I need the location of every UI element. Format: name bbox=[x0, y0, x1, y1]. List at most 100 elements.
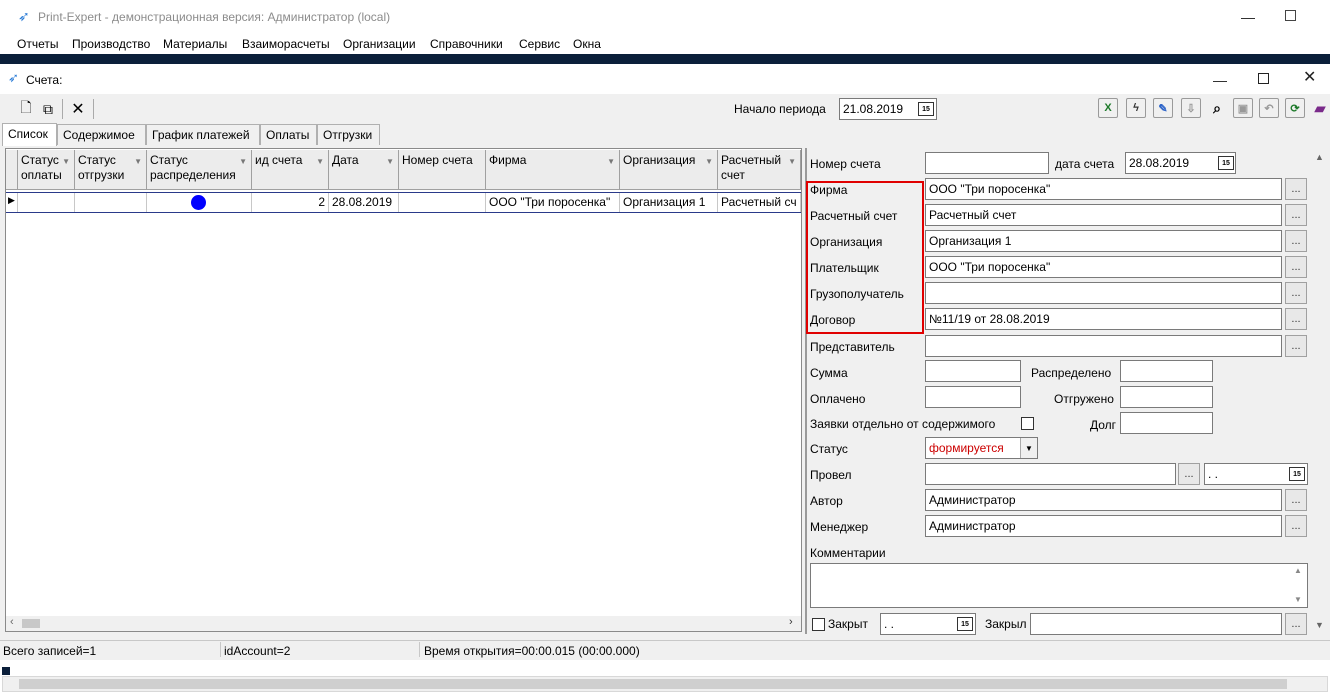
col-firm[interactable]: Фирма ▼ bbox=[486, 150, 620, 190]
cell-bank-account[interactable]: Расчетный сч bbox=[718, 193, 801, 212]
calendar-icon[interactable]: 15 bbox=[918, 102, 934, 116]
menu-materials[interactable]: Материалы bbox=[163, 37, 227, 51]
toolbar-divider bbox=[93, 99, 94, 119]
maximize-icon[interactable] bbox=[1285, 10, 1296, 21]
tab-shipments[interactable]: Отгрузки bbox=[317, 124, 380, 145]
mdi-horizontal-scrollbar[interactable] bbox=[2, 676, 1328, 692]
menu-service[interactable]: Сервис bbox=[519, 37, 560, 51]
horizontal-scrollbar[interactable]: ‹ › bbox=[6, 616, 801, 631]
copy-document-icon[interactable]: ⧉ bbox=[38, 99, 58, 119]
mdi-scroll-thumb[interactable] bbox=[19, 679, 1287, 689]
col-bank-account[interactable]: Расчетный счет ▼ bbox=[718, 150, 801, 190]
org-select-button[interactable]: ... bbox=[1285, 230, 1307, 252]
requests-checkbox[interactable] bbox=[1021, 417, 1034, 430]
tab-payments[interactable]: Оплаты bbox=[260, 124, 317, 145]
firm-select-button[interactable]: ... bbox=[1285, 178, 1307, 200]
excel-export-icon[interactable]: X bbox=[1098, 98, 1118, 118]
consignee-select-button[interactable]: ... bbox=[1285, 282, 1307, 304]
refresh-icon[interactable]: ⟳ bbox=[1285, 98, 1305, 118]
menu-reports[interactable]: Отчеты bbox=[17, 37, 58, 51]
menu-settlements[interactable]: Взаиморасчеты bbox=[242, 37, 330, 51]
contract-select-button[interactable]: ... bbox=[1285, 308, 1307, 330]
closed-by-select-button[interactable]: ... bbox=[1285, 613, 1307, 635]
menu-windows[interactable]: Окна bbox=[573, 37, 601, 51]
col-account-number[interactable]: Номер счета bbox=[399, 150, 486, 190]
cell-firm[interactable]: ООО "Три поросенка" bbox=[486, 193, 620, 212]
payer-input[interactable]: ООО "Три поросенка" bbox=[925, 256, 1282, 278]
col-date[interactable]: Дата ▼ bbox=[329, 150, 399, 190]
org-input[interactable]: Организация 1 bbox=[925, 230, 1282, 252]
scroll-up-icon[interactable]: ▲ bbox=[1315, 152, 1324, 162]
col-organization[interactable]: Организация ▼ bbox=[620, 150, 718, 190]
closed-calendar-icon[interactable]: 15 bbox=[957, 617, 973, 631]
child-close-icon[interactable]: ✕ bbox=[1303, 70, 1316, 86]
shipped-input[interactable] bbox=[1120, 386, 1213, 408]
delete-icon[interactable]: ✕ bbox=[68, 99, 88, 119]
status-time: Время открытия=00:00.015 (00:00.000) bbox=[424, 644, 640, 658]
rep-label: Представитель bbox=[810, 340, 895, 354]
number-input[interactable] bbox=[925, 152, 1049, 174]
menu-organizations[interactable]: Организации bbox=[343, 37, 416, 51]
firm-input[interactable]: ООО "Три поросенка" bbox=[925, 178, 1282, 200]
debt-input[interactable] bbox=[1120, 412, 1213, 434]
cell-organization[interactable]: Организация 1 bbox=[620, 193, 718, 212]
col-distribution-status[interactable]: Статус распределения ▼ bbox=[147, 150, 252, 190]
chevron-down-icon[interactable]: ▼ bbox=[1020, 438, 1037, 458]
rep-input[interactable] bbox=[925, 335, 1282, 357]
cell-account-id[interactable]: 2 bbox=[252, 193, 329, 212]
scroll-down-icon[interactable]: ▼ bbox=[1315, 620, 1324, 630]
col-account-id[interactable]: ид счета ▼ bbox=[252, 150, 329, 190]
posted-calendar-icon[interactable]: 15 bbox=[1289, 467, 1305, 481]
date-calendar-icon[interactable]: 15 bbox=[1218, 156, 1234, 170]
account-select-button[interactable]: ... bbox=[1285, 204, 1307, 226]
distributed-input[interactable] bbox=[1120, 360, 1213, 382]
tab-contents[interactable]: Содержимое bbox=[57, 124, 146, 145]
child-maximize-icon[interactable] bbox=[1258, 73, 1269, 84]
author-input[interactable]: Администратор bbox=[925, 489, 1282, 511]
lightning-icon[interactable]: ϟ bbox=[1126, 98, 1146, 118]
binoculars-icon[interactable]: ⌕ bbox=[1207, 98, 1227, 118]
books-icon[interactable]: ▰ bbox=[1310, 98, 1330, 118]
sum-input[interactable] bbox=[925, 360, 1021, 382]
account-input[interactable]: Расчетный счет bbox=[925, 204, 1282, 226]
menu-production[interactable]: Производство bbox=[72, 37, 150, 51]
new-document-icon[interactable]: 🗋 bbox=[16, 99, 36, 119]
consignee-input[interactable] bbox=[925, 282, 1282, 304]
col-shipment-status[interactable]: Статус отгрузки ▼ bbox=[75, 150, 147, 190]
author-select-button[interactable]: ... bbox=[1285, 489, 1307, 511]
manager-select-button[interactable]: ... bbox=[1285, 515, 1307, 537]
posted-input[interactable] bbox=[925, 463, 1176, 485]
textarea-scroll-down-icon[interactable]: ▼ bbox=[1294, 595, 1302, 604]
cell-shipment-status[interactable] bbox=[75, 193, 147, 212]
textarea-scroll-up-icon[interactable]: ▲ bbox=[1294, 566, 1302, 575]
cell-payment-status[interactable] bbox=[18, 193, 75, 212]
status-select[interactable]: формируется ▼ bbox=[925, 437, 1038, 459]
contract-input[interactable]: №11/19 от 28.08.2019 bbox=[925, 308, 1282, 330]
minimize-icon[interactable]: — bbox=[1241, 10, 1255, 24]
menu-references[interactable]: Справочники bbox=[430, 37, 503, 51]
manager-input[interactable]: Администратор bbox=[925, 515, 1282, 537]
closed-checkbox[interactable] bbox=[812, 618, 825, 631]
toolbar: 🗋 ⧉ ✕ Начало периода 21.08.2019 15 X ϟ ✎… bbox=[0, 94, 1330, 124]
posted-select-button[interactable]: ... bbox=[1178, 463, 1200, 485]
child-minimize-icon[interactable]: — bbox=[1213, 73, 1227, 87]
col-payment-status[interactable]: Статус оплаты ▼ bbox=[18, 150, 75, 190]
payer-select-button[interactable]: ... bbox=[1285, 256, 1307, 278]
sort-arrow-icon: ▼ bbox=[134, 157, 142, 166]
form-scrollbar[interactable]: ▲ ▼ bbox=[1312, 152, 1326, 632]
closed-by-input[interactable] bbox=[1030, 613, 1282, 635]
paid-input[interactable] bbox=[925, 386, 1021, 408]
tab-list[interactable]: Список bbox=[2, 123, 57, 146]
cell-distribution-status[interactable] bbox=[147, 193, 252, 212]
scroll-left-icon[interactable]: ‹ bbox=[10, 616, 14, 628]
rep-select-button[interactable]: ... bbox=[1285, 335, 1307, 357]
status-id: idAccount=2 bbox=[224, 644, 291, 658]
comments-textarea[interactable] bbox=[810, 563, 1308, 608]
scroll-right-icon[interactable]: › bbox=[789, 616, 793, 628]
edit-icon[interactable]: ✎ bbox=[1153, 98, 1173, 118]
tab-payment-schedule[interactable]: График платежей bbox=[146, 124, 260, 145]
mdi-bottom bbox=[0, 660, 1330, 699]
scroll-thumb[interactable] bbox=[22, 619, 40, 628]
cell-date[interactable]: 28.08.2019 bbox=[329, 193, 399, 212]
cell-account-number[interactable] bbox=[399, 193, 486, 212]
